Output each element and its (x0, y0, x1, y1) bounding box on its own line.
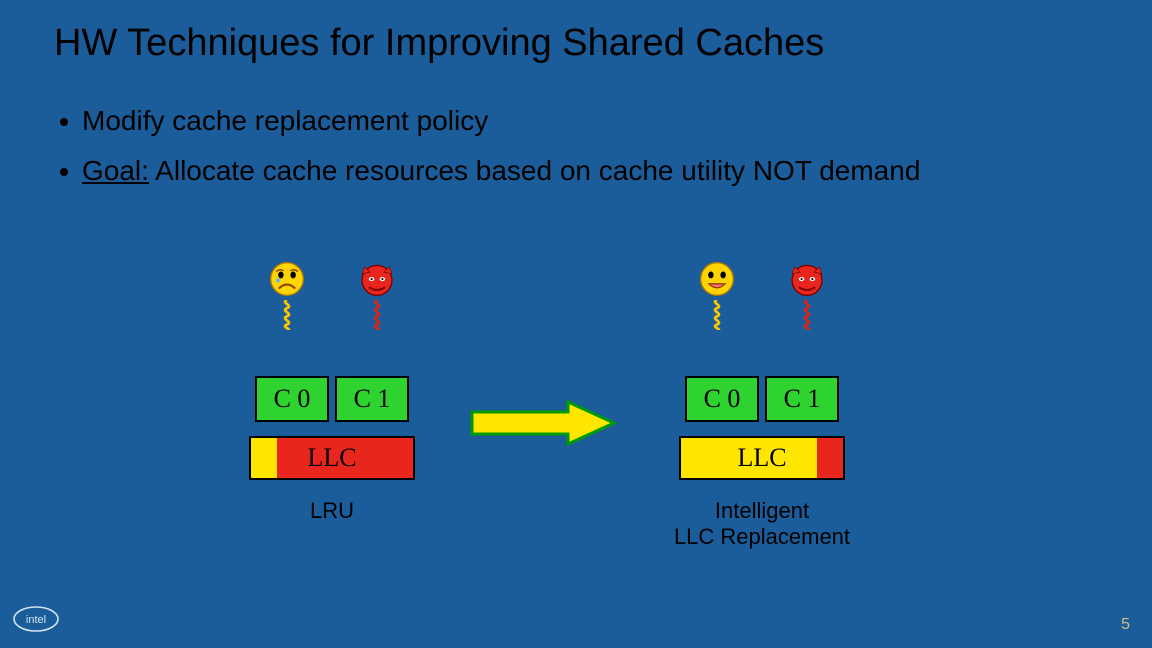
intelligent-caption: Intelligent LLC Replacement (662, 498, 862, 551)
llc-bar: LLC (679, 436, 845, 480)
slide-title: HW Techniques for Improving Shared Cache… (54, 22, 824, 65)
caption-line: LLC Replacement (674, 524, 850, 549)
cores-row: C 0 C 1 (662, 376, 862, 422)
bullet-list: Modify cache replacement policy Goal: Al… (60, 105, 1112, 205)
core-box: C 0 (685, 376, 759, 422)
face-devil (777, 260, 837, 330)
goal-rest: Allocate cache resources based on cache … (149, 155, 920, 186)
happy-face-icon (689, 260, 745, 298)
lru-caption: LRU (232, 498, 432, 524)
svg-text:intel: intel (26, 614, 46, 626)
sad-face-icon (259, 260, 315, 298)
caption-line: Intelligent (715, 498, 809, 523)
faces-row (232, 260, 432, 330)
spring-icon (707, 300, 727, 330)
devil-face-icon (779, 260, 835, 298)
bullet-item: Modify cache replacement policy (60, 105, 1112, 137)
spring-icon (367, 300, 387, 330)
spring-icon (277, 300, 297, 330)
faces-row (662, 260, 862, 330)
llc-yellow-segment (251, 438, 277, 478)
llc-label: LLC (737, 443, 786, 473)
core-box: C 0 (255, 376, 329, 422)
devil-face-icon (349, 260, 405, 298)
bullet-item: Goal: Allocate cache resources based on … (60, 155, 1112, 187)
page-number: 5 (1121, 616, 1130, 634)
arrow-icon (468, 398, 618, 453)
intelligent-group: C 0 C 1 LLC Intelligent LLC Replacement (662, 260, 862, 551)
core-box: C 1 (765, 376, 839, 422)
face-sad (257, 260, 317, 330)
llc-bar: LLC (249, 436, 415, 480)
cores-row: C 0 C 1 (232, 376, 432, 422)
bullet-text: Goal: Allocate cache resources based on … (82, 155, 920, 187)
llc-label: LLC (307, 443, 356, 473)
face-happy (687, 260, 747, 330)
bullet-dot-icon (60, 118, 68, 126)
bullet-dot-icon (60, 168, 68, 176)
core-box: C 1 (335, 376, 409, 422)
face-devil (347, 260, 407, 330)
lru-group: C 0 C 1 LLC LRU (232, 260, 432, 524)
intel-logo-icon: intel (12, 605, 60, 638)
spring-icon (797, 300, 817, 330)
llc-red-segment (817, 438, 843, 478)
bullet-text: Modify cache replacement policy (82, 105, 488, 137)
goal-label: Goal: (82, 155, 149, 186)
